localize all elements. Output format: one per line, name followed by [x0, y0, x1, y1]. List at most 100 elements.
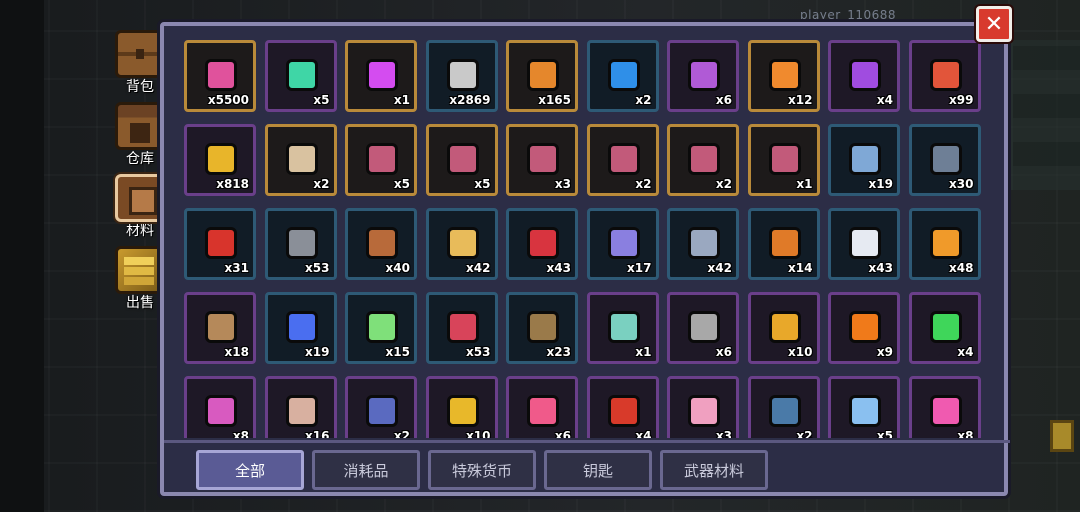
- pink-banner-cloak-icon: [768, 143, 801, 175]
- item-quantity: x40: [385, 261, 410, 275]
- item-quantity: x10: [466, 429, 491, 438]
- item-quantity: x165: [538, 93, 571, 107]
- item-slot[interactable]: x2: [586, 40, 659, 112]
- item-slot[interactable]: x3: [506, 124, 578, 196]
- item-quantity: x5: [876, 429, 893, 438]
- filter-tab-special-currency[interactable]: 特殊货币: [428, 450, 536, 490]
- item-slot[interactable]: x10: [425, 376, 498, 438]
- gold-lantern-icon: [446, 395, 479, 427]
- side-tab-label: 背包: [126, 79, 154, 95]
- item-slot[interactable]: x43: [506, 208, 578, 280]
- item-quantity: x2: [796, 429, 813, 438]
- item-quantity: x2: [313, 177, 330, 191]
- item-slot[interactable]: x19: [828, 124, 900, 196]
- item-slot[interactable]: x8: [908, 376, 981, 438]
- ice-drill-icon: [849, 395, 881, 427]
- filter-tab-consumables[interactable]: 消耗品: [312, 450, 420, 490]
- filter-tab-all[interactable]: 全部: [196, 450, 304, 490]
- item-quantity: x42: [707, 261, 732, 275]
- purple-fish-icon: [607, 227, 640, 259]
- orange-key-icon: [768, 59, 801, 91]
- item-quantity: x14: [788, 261, 813, 275]
- green-crystal-icon: [366, 311, 398, 343]
- side-tab-label: 材料: [126, 223, 154, 239]
- item-slot[interactable]: x818: [184, 124, 256, 196]
- item-slot[interactable]: x1: [586, 292, 659, 364]
- item-slot[interactable]: x40: [345, 208, 417, 280]
- item-slot[interactable]: x165: [506, 40, 578, 112]
- pink-banner-ring-icon: [607, 143, 640, 175]
- filter-tab-bar: 全部 消耗品 特殊货币 钥匙 武器材料: [164, 440, 1010, 492]
- item-slot[interactable]: x2: [345, 376, 417, 438]
- item-quantity: x53: [466, 345, 491, 359]
- item-slot[interactable]: x2: [264, 124, 337, 196]
- item-slot[interactable]: x5500: [184, 40, 256, 112]
- gold-bullet-icon: [446, 227, 479, 259]
- red-boomerang-icon: [446, 311, 479, 343]
- filter-tab-weapon-materials[interactable]: 武器材料: [660, 450, 768, 490]
- steel-bracket-icon: [688, 227, 720, 259]
- item-quantity: x4: [876, 93, 893, 107]
- green-gem-icon: [285, 59, 318, 91]
- item-slot[interactable]: x6: [667, 292, 739, 364]
- item-slot[interactable]: x18: [184, 292, 256, 364]
- item-slot[interactable]: x42: [425, 208, 498, 280]
- item-quantity: x5500: [207, 93, 249, 107]
- item-slot[interactable]: x9: [828, 292, 900, 364]
- item-quantity: x31: [224, 261, 249, 275]
- item-slot[interactable]: x42: [667, 208, 739, 280]
- item-slot[interactable]: x12: [747, 40, 820, 112]
- item-slot[interactable]: x2: [667, 124, 739, 196]
- item-slot[interactable]: x6: [667, 40, 739, 112]
- item-slot[interactable]: x5: [264, 40, 337, 112]
- item-slot[interactable]: x8: [184, 376, 256, 438]
- item-slot[interactable]: x99: [908, 40, 981, 112]
- item-slot[interactable]: x1: [345, 40, 417, 112]
- item-slot[interactable]: x3: [667, 376, 739, 438]
- purple-rune-icon: [849, 59, 881, 91]
- item-slot[interactable]: x30: [908, 124, 981, 196]
- item-quantity: x99: [949, 93, 974, 107]
- item-slot[interactable]: x1: [747, 124, 820, 196]
- item-slot[interactable]: x17: [586, 208, 659, 280]
- item-slot[interactable]: x5: [425, 124, 498, 196]
- item-slot[interactable]: x43: [828, 208, 900, 280]
- rifle-part-icon: [366, 227, 398, 259]
- item-quantity: x2: [635, 177, 652, 191]
- item-slot[interactable]: x2869: [425, 40, 498, 112]
- item-slot[interactable]: x6: [506, 376, 578, 438]
- spear-head-icon: [849, 143, 881, 175]
- pink-brush-icon: [688, 395, 720, 427]
- item-quantity: x6: [554, 429, 571, 438]
- item-slot[interactable]: x4: [586, 376, 659, 438]
- item-quantity: x16: [305, 429, 330, 438]
- item-grid-viewport[interactable]: x5500 x5 x1 x2869 x165 x2 x6 x12 x4 x99 x818 x2 x5 x5…: [184, 40, 990, 438]
- item-slot[interactable]: x53: [425, 292, 498, 364]
- item-slot[interactable]: x4: [908, 292, 981, 364]
- close-button[interactable]: ✕: [976, 6, 1012, 42]
- purple-key-icon: [688, 59, 720, 91]
- item-slot[interactable]: x5: [345, 124, 417, 196]
- item-quantity: x9: [876, 345, 893, 359]
- item-quantity: x5: [313, 93, 330, 107]
- filter-tab-keys[interactable]: 钥匙: [544, 450, 652, 490]
- item-slot[interactable]: x23: [506, 292, 578, 364]
- item-slot[interactable]: x19: [264, 292, 337, 364]
- item-slot[interactable]: x53: [264, 208, 337, 280]
- item-slot[interactable]: x31: [184, 208, 256, 280]
- item-quantity: x5: [474, 177, 491, 191]
- pink-crab-icon: [929, 395, 962, 427]
- item-slot[interactable]: x15: [345, 292, 417, 364]
- item-quantity: x18: [224, 345, 249, 359]
- side-tab-label: 出售: [126, 295, 154, 311]
- item-slot[interactable]: x4: [828, 40, 900, 112]
- item-quantity: x6: [715, 345, 732, 359]
- item-slot[interactable]: x48: [908, 208, 981, 280]
- item-slot[interactable]: x2: [747, 376, 820, 438]
- item-slot[interactable]: x2: [586, 124, 659, 196]
- item-slot[interactable]: x10: [747, 292, 820, 364]
- item-slot[interactable]: x5: [828, 376, 900, 438]
- item-slot[interactable]: x16: [264, 376, 337, 438]
- item-slot[interactable]: x14: [747, 208, 820, 280]
- shell-horn-icon: [285, 395, 318, 427]
